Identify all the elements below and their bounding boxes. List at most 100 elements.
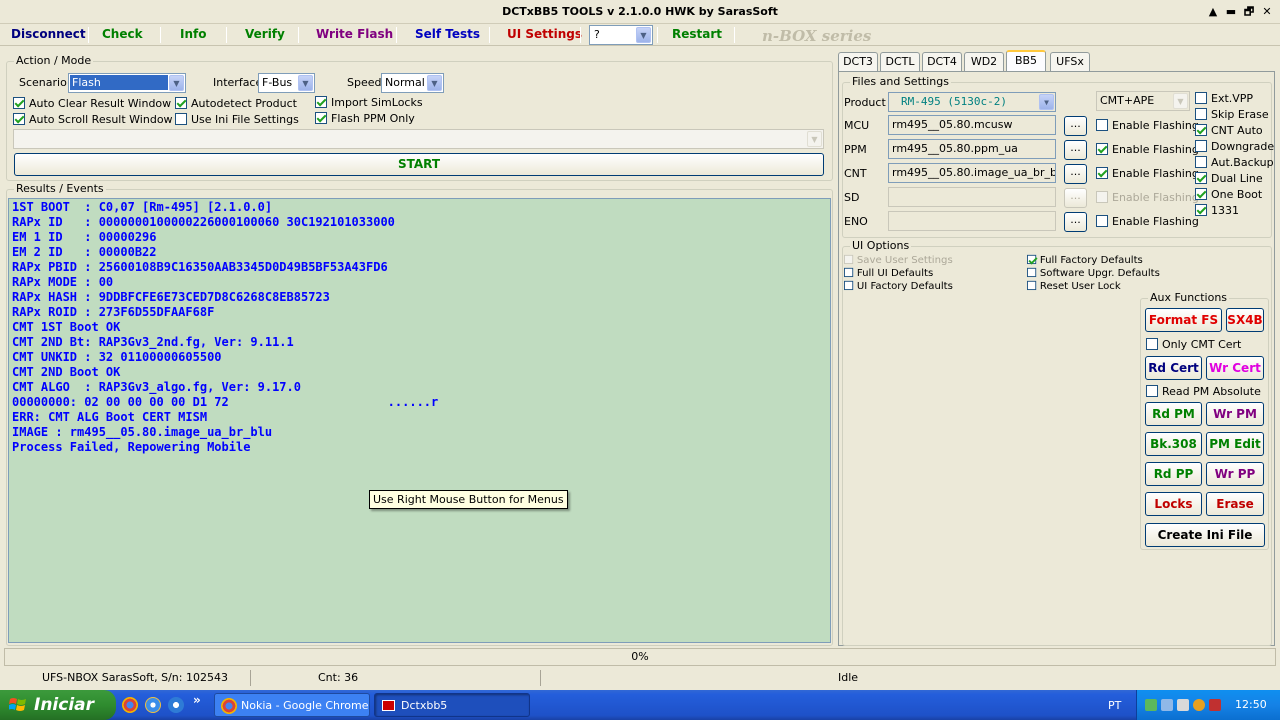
bk308-button[interactable]: Bk.308 bbox=[1145, 432, 1202, 456]
auto-scroll-checkbox[interactable]: Auto Scroll Result Window bbox=[13, 112, 173, 126]
read-pm-absolute-checkbox[interactable]: Read PM Absolute bbox=[1146, 384, 1261, 398]
wr-pp-button[interactable]: Wr PP bbox=[1206, 462, 1264, 486]
checkbox-box[interactable] bbox=[1195, 108, 1207, 120]
ini-file-select[interactable]: ▼ bbox=[13, 129, 824, 149]
security-icon[interactable] bbox=[1209, 699, 1221, 711]
ui-option-checkbox[interactable]: Software Upgr. Defaults bbox=[1027, 266, 1160, 278]
checkbox-box[interactable] bbox=[1146, 385, 1158, 397]
mcu-enable-flashing-checkbox[interactable]: Enable Flashing bbox=[1096, 118, 1199, 132]
disconnect-button[interactable]: Disconnect bbox=[11, 27, 86, 41]
ppm-enable-flashing-checkbox[interactable]: Enable Flashing bbox=[1096, 142, 1199, 156]
locks-button[interactable]: Locks bbox=[1145, 492, 1202, 516]
checkbox-box[interactable] bbox=[1195, 92, 1207, 104]
info-button[interactable]: Info bbox=[180, 27, 206, 41]
verify-button[interactable]: Verify bbox=[245, 27, 285, 41]
scenario-select[interactable]: Flash ▼ bbox=[68, 73, 186, 93]
checkbox-box[interactable] bbox=[1195, 124, 1207, 136]
checkbox-box[interactable] bbox=[175, 97, 187, 109]
ui-option-checkbox[interactable]: Save User Settings bbox=[844, 253, 953, 265]
restart-button[interactable]: Restart bbox=[672, 27, 722, 41]
interface-select[interactable]: F-Bus ▼ bbox=[258, 73, 315, 93]
checkbox-box[interactable] bbox=[13, 97, 25, 109]
tab-bb5[interactable]: BB5 bbox=[1006, 50, 1046, 73]
checkbox-box[interactable] bbox=[1096, 191, 1108, 203]
option-checkbox[interactable]: Aut.Backup bbox=[1195, 155, 1274, 169]
checkbox-box[interactable] bbox=[1195, 204, 1207, 216]
checkbox-box[interactable] bbox=[1027, 267, 1037, 278]
import-simlocks-checkbox[interactable]: Import SimLocks bbox=[315, 95, 423, 109]
chevron-icon[interactable]: » bbox=[193, 693, 201, 707]
option-checkbox[interactable]: One Boot bbox=[1195, 187, 1262, 201]
messenger-icon[interactable] bbox=[168, 697, 184, 713]
eno-file-field[interactable] bbox=[888, 211, 1056, 231]
ui-option-checkbox[interactable]: UI Factory Defaults bbox=[844, 279, 953, 291]
sd-file-field[interactable] bbox=[888, 187, 1056, 207]
cnt-browse-button[interactable]: ... bbox=[1064, 164, 1087, 184]
checkbox-box[interactable] bbox=[1096, 143, 1108, 155]
results-log[interactable]: 1ST BOOT : C0,07 [Rm-495] [2.1.0.0] RAPx … bbox=[8, 198, 831, 643]
checkbox-box[interactable] bbox=[844, 280, 854, 291]
create-ini-file-button[interactable]: Create Ini File bbox=[1145, 523, 1265, 547]
mcu-file-field[interactable]: rm495__05.80.mcusw bbox=[888, 115, 1056, 135]
checkbox-box[interactable] bbox=[1195, 140, 1207, 152]
checkbox-box[interactable] bbox=[13, 113, 25, 125]
checkbox-box[interactable] bbox=[1027, 280, 1037, 291]
cnt-enable-flashing-checkbox[interactable]: Enable Flashing bbox=[1096, 166, 1199, 180]
help-select[interactable]: ? ▼ bbox=[589, 25, 653, 45]
checkbox-box[interactable] bbox=[315, 96, 327, 108]
checkbox-box[interactable] bbox=[844, 267, 854, 278]
checkbox-box[interactable] bbox=[1195, 172, 1207, 184]
speed-select[interactable]: Normal ▼ bbox=[381, 73, 444, 93]
autodetect-product-checkbox[interactable]: Autodetect Product bbox=[175, 96, 297, 110]
close-button[interactable]: ✕ bbox=[1260, 5, 1274, 19]
product-select[interactable]: RM-495 (5130c-2) ▼ bbox=[888, 92, 1056, 112]
chrome-icon[interactable] bbox=[122, 697, 138, 713]
pm-edit-button[interactable]: PM Edit bbox=[1206, 432, 1264, 456]
tab-dct4[interactable]: DCT4 bbox=[922, 52, 962, 72]
network-icon[interactable] bbox=[1145, 699, 1157, 711]
wr-pm-button[interactable]: Wr PM bbox=[1206, 402, 1264, 426]
ppm-file-field[interactable]: rm495__05.80.ppm_ua bbox=[888, 139, 1056, 159]
ui-settings-button[interactable]: UI Settings bbox=[507, 27, 582, 41]
taskbar-item-chrome[interactable]: Nokia - Google Chrome bbox=[214, 693, 370, 717]
minimize-button[interactable]: ▲ bbox=[1206, 5, 1220, 19]
start-button[interactable]: Iniciar bbox=[0, 690, 116, 720]
check-button[interactable]: Check bbox=[102, 27, 143, 41]
checkbox-box[interactable] bbox=[1146, 338, 1158, 350]
tab-dct3[interactable]: DCT3 bbox=[838, 52, 878, 72]
language-indicator[interactable]: PT bbox=[1108, 699, 1121, 712]
rd-pm-button[interactable]: Rd PM bbox=[1145, 402, 1202, 426]
option-checkbox[interactable]: Skip Erase bbox=[1195, 107, 1269, 121]
flash-ppm-only-checkbox[interactable]: Flash PPM Only bbox=[315, 111, 415, 125]
connection-icon[interactable] bbox=[1161, 699, 1173, 711]
ui-option-checkbox[interactable]: Full UI Defaults bbox=[844, 266, 933, 278]
eno-enable-flashing-checkbox[interactable]: Enable Flashing bbox=[1096, 214, 1199, 228]
checkbox-box[interactable] bbox=[1096, 167, 1108, 179]
checkbox-box[interactable] bbox=[1096, 119, 1108, 131]
mode-select[interactable]: CMT+APE ▼ bbox=[1096, 91, 1190, 111]
rd-cert-button[interactable]: Rd Cert bbox=[1145, 356, 1202, 380]
checkbox-box[interactable] bbox=[175, 113, 187, 125]
restore-icon[interactable]: ▬ bbox=[1224, 5, 1238, 19]
clock[interactable]: 12:50 bbox=[1235, 698, 1267, 711]
update-icon[interactable] bbox=[1193, 699, 1205, 711]
write-flash-button[interactable]: Write Flash bbox=[316, 27, 393, 41]
checkbox-box[interactable] bbox=[1195, 188, 1207, 200]
option-checkbox[interactable]: Ext.VPP bbox=[1195, 91, 1253, 105]
sd-enable-flashing-checkbox[interactable]: Enable Flashing bbox=[1096, 190, 1199, 204]
checkbox-box[interactable] bbox=[1195, 156, 1207, 168]
option-checkbox[interactable]: 1331 bbox=[1195, 203, 1239, 217]
option-checkbox[interactable]: Dual Line bbox=[1195, 171, 1263, 185]
sx4b-button[interactable]: SX4B bbox=[1226, 308, 1264, 332]
tab-wd2[interactable]: WD2 bbox=[964, 52, 1004, 72]
checkbox-box[interactable] bbox=[315, 112, 327, 124]
taskbar-item-dctxbb5[interactable]: Dctxbb5 bbox=[374, 693, 530, 717]
checkbox-box[interactable] bbox=[844, 254, 854, 265]
mcu-browse-button[interactable]: ... bbox=[1064, 116, 1087, 136]
ui-option-checkbox[interactable]: Full Factory Defaults bbox=[1027, 253, 1143, 265]
only-cmt-cert-checkbox[interactable]: Only CMT Cert bbox=[1146, 337, 1241, 351]
start-button[interactable]: START bbox=[14, 153, 824, 176]
ppm-browse-button[interactable]: ... bbox=[1064, 140, 1087, 160]
eno-browse-button[interactable]: ... bbox=[1064, 212, 1087, 232]
erase-button[interactable]: Erase bbox=[1206, 492, 1264, 516]
